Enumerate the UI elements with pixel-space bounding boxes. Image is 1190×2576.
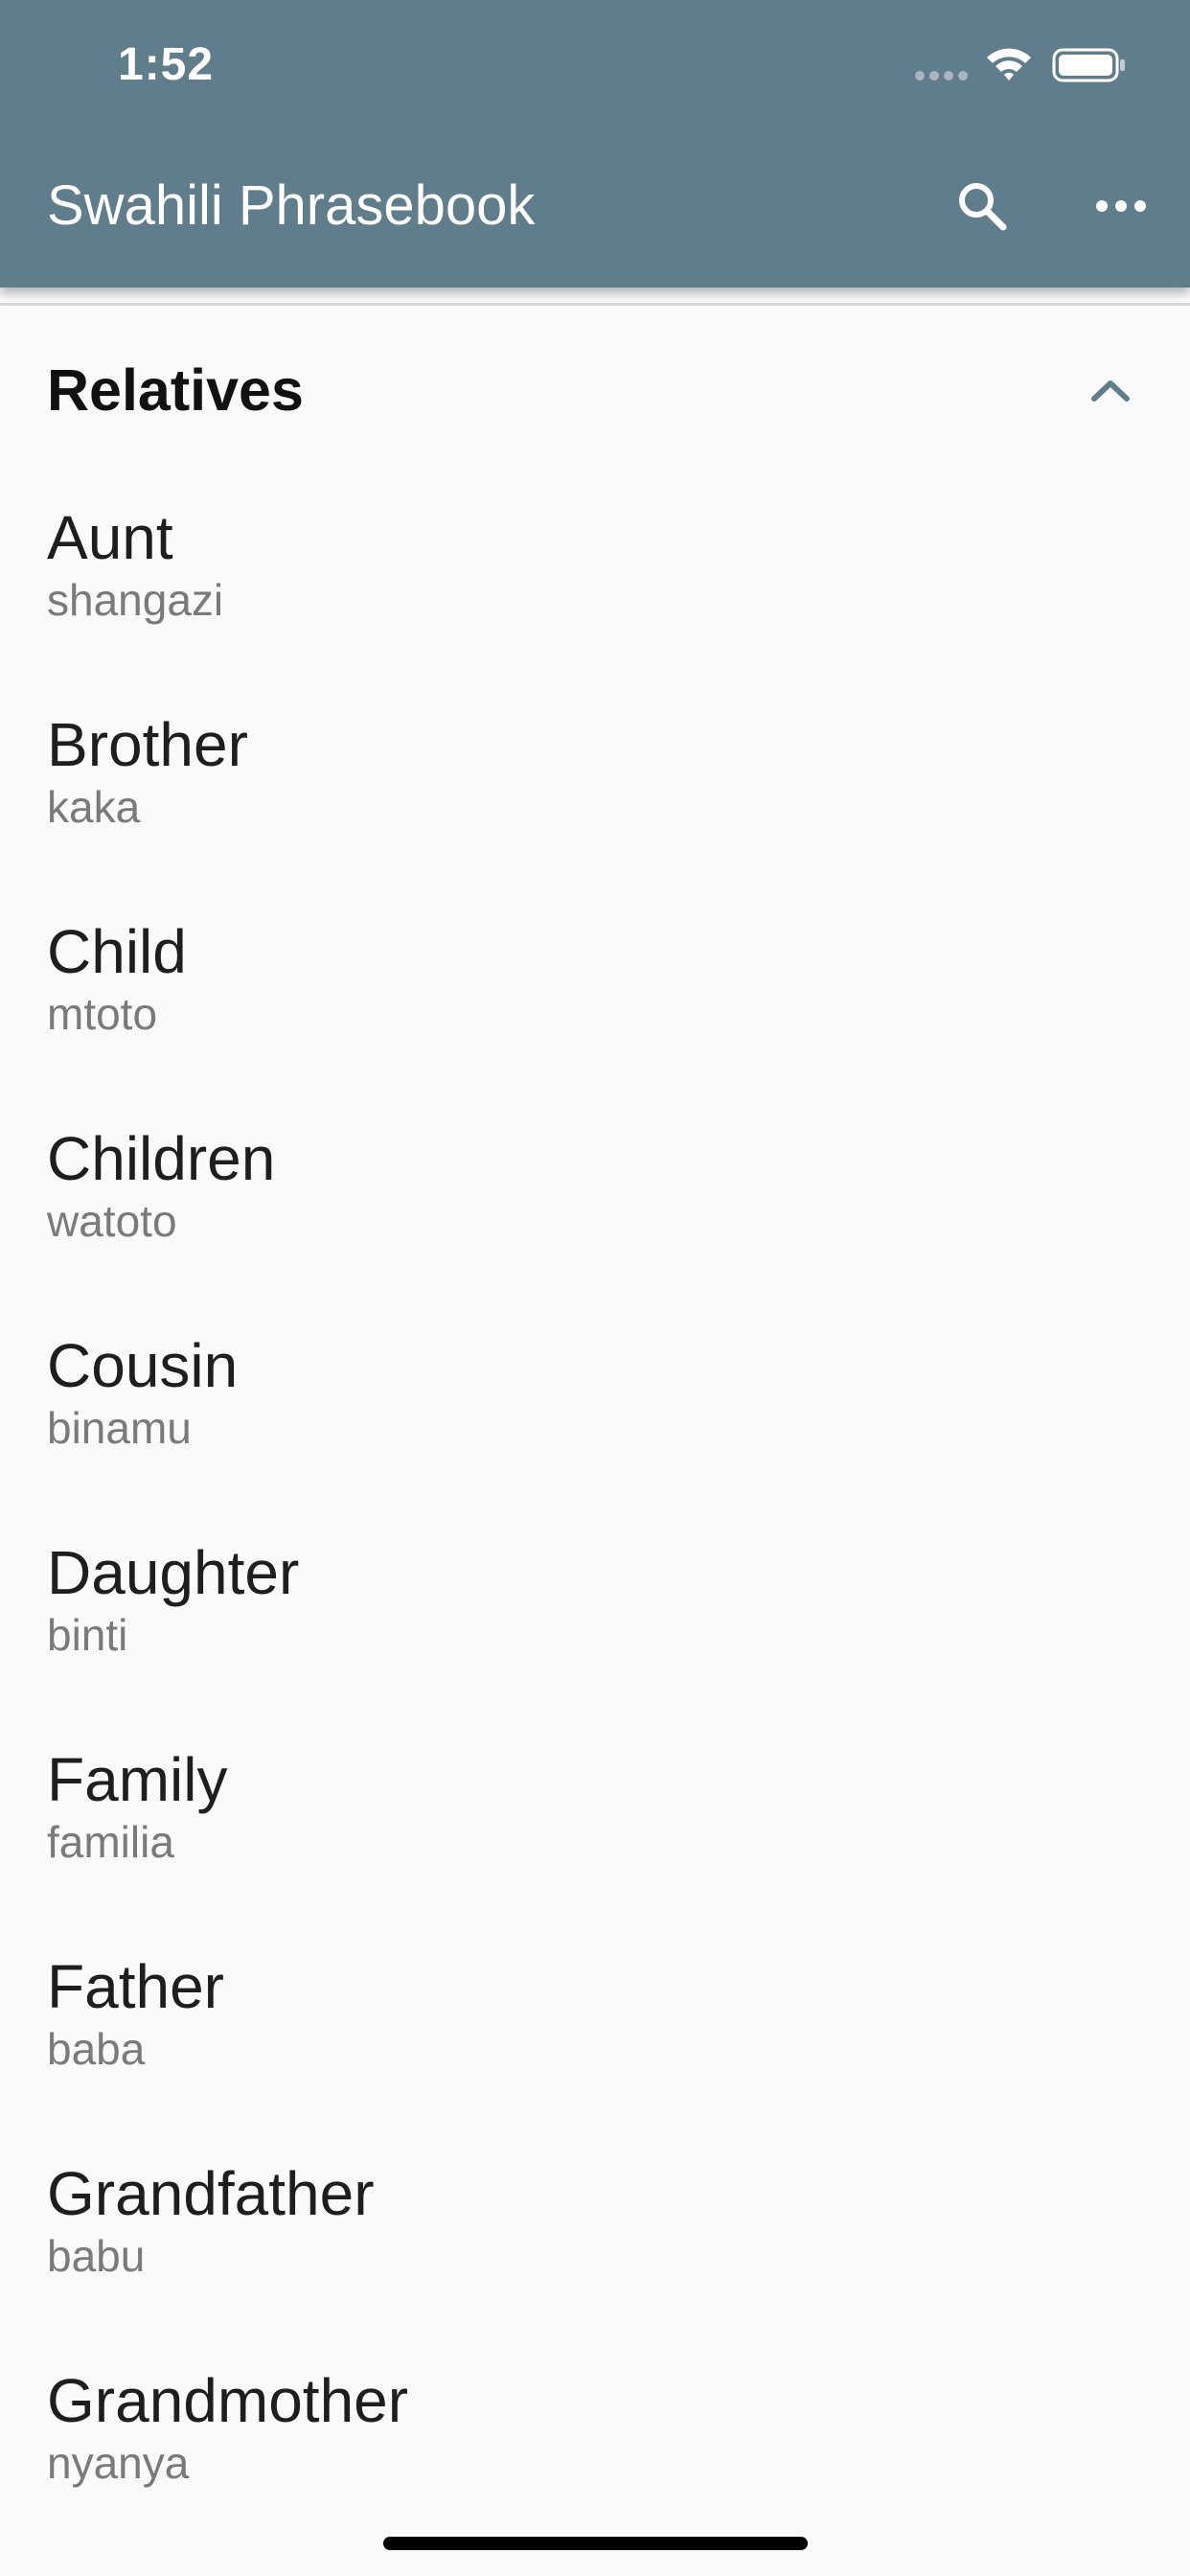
list-item[interactable]: Father baba xyxy=(0,1919,1190,2126)
more-options-button[interactable] xyxy=(1087,172,1155,240)
list-item[interactable]: Family familia xyxy=(0,1712,1190,1919)
item-english: Aunt xyxy=(47,503,173,572)
item-english: Children xyxy=(47,1124,276,1193)
app-bar: 1:52 Swahili Phrasebook xyxy=(0,0,1190,288)
chevron-up-icon[interactable] xyxy=(1083,366,1138,414)
battery-icon xyxy=(1052,48,1125,82)
section-divider xyxy=(0,303,1190,306)
search-icon xyxy=(959,183,1007,231)
list-item[interactable]: Grandfather babu xyxy=(0,2126,1190,2333)
item-english: Brother xyxy=(47,710,248,779)
item-swahili: kaka xyxy=(47,782,141,832)
status-time: 1:52 xyxy=(118,39,215,90)
item-swahili: nyanya xyxy=(47,2438,190,2488)
item-swahili: watoto xyxy=(47,1196,177,1246)
list-item[interactable]: Brother kaka xyxy=(0,677,1190,884)
item-swahili: binti xyxy=(47,1610,128,1660)
list-item[interactable]: Aunt shangazi xyxy=(0,470,1190,677)
item-english: Cousin xyxy=(47,1331,239,1400)
section-title: Relatives xyxy=(47,357,304,423)
item-english: Father xyxy=(47,1952,224,2021)
item-swahili: binamu xyxy=(47,1403,192,1453)
list-item[interactable]: Daughter binti xyxy=(0,1505,1190,1712)
phrase-list: Aunt shangazi Brother kaka Child mtoto C… xyxy=(0,470,1190,2540)
item-swahili: shangazi xyxy=(47,575,224,625)
search-button[interactable] xyxy=(949,172,1016,240)
list-item[interactable]: Cousin binamu xyxy=(0,1298,1190,1505)
item-swahili: baba xyxy=(47,2024,146,2074)
item-english: Daughter xyxy=(47,1538,300,1607)
list-item[interactable]: Grandmother nyanya xyxy=(0,2333,1190,2540)
item-english: Child xyxy=(47,917,187,986)
list-item[interactable]: Children watoto xyxy=(0,1091,1190,1298)
list-item[interactable]: Child mtoto xyxy=(0,884,1190,1091)
app-title: Swahili Phrasebook xyxy=(47,174,536,237)
item-english: Grandfather xyxy=(47,2159,375,2228)
home-indicator[interactable] xyxy=(383,2537,808,2550)
item-swahili: babu xyxy=(47,2231,146,2281)
item-english: Family xyxy=(47,1745,228,1814)
section-header-relatives[interactable]: Relatives xyxy=(0,316,1190,460)
item-english: Grandmother xyxy=(47,2366,409,2435)
item-swahili: familia xyxy=(47,1817,174,1867)
more-horizontal-icon xyxy=(1096,200,1146,212)
item-swahili: mtoto xyxy=(47,989,158,1039)
wifi-icon xyxy=(987,48,1031,80)
cellular-signal-icon xyxy=(915,71,969,82)
phone-screen: 1:52 Swahili Phrasebook Relatives Aunt s… xyxy=(0,0,1190,2576)
